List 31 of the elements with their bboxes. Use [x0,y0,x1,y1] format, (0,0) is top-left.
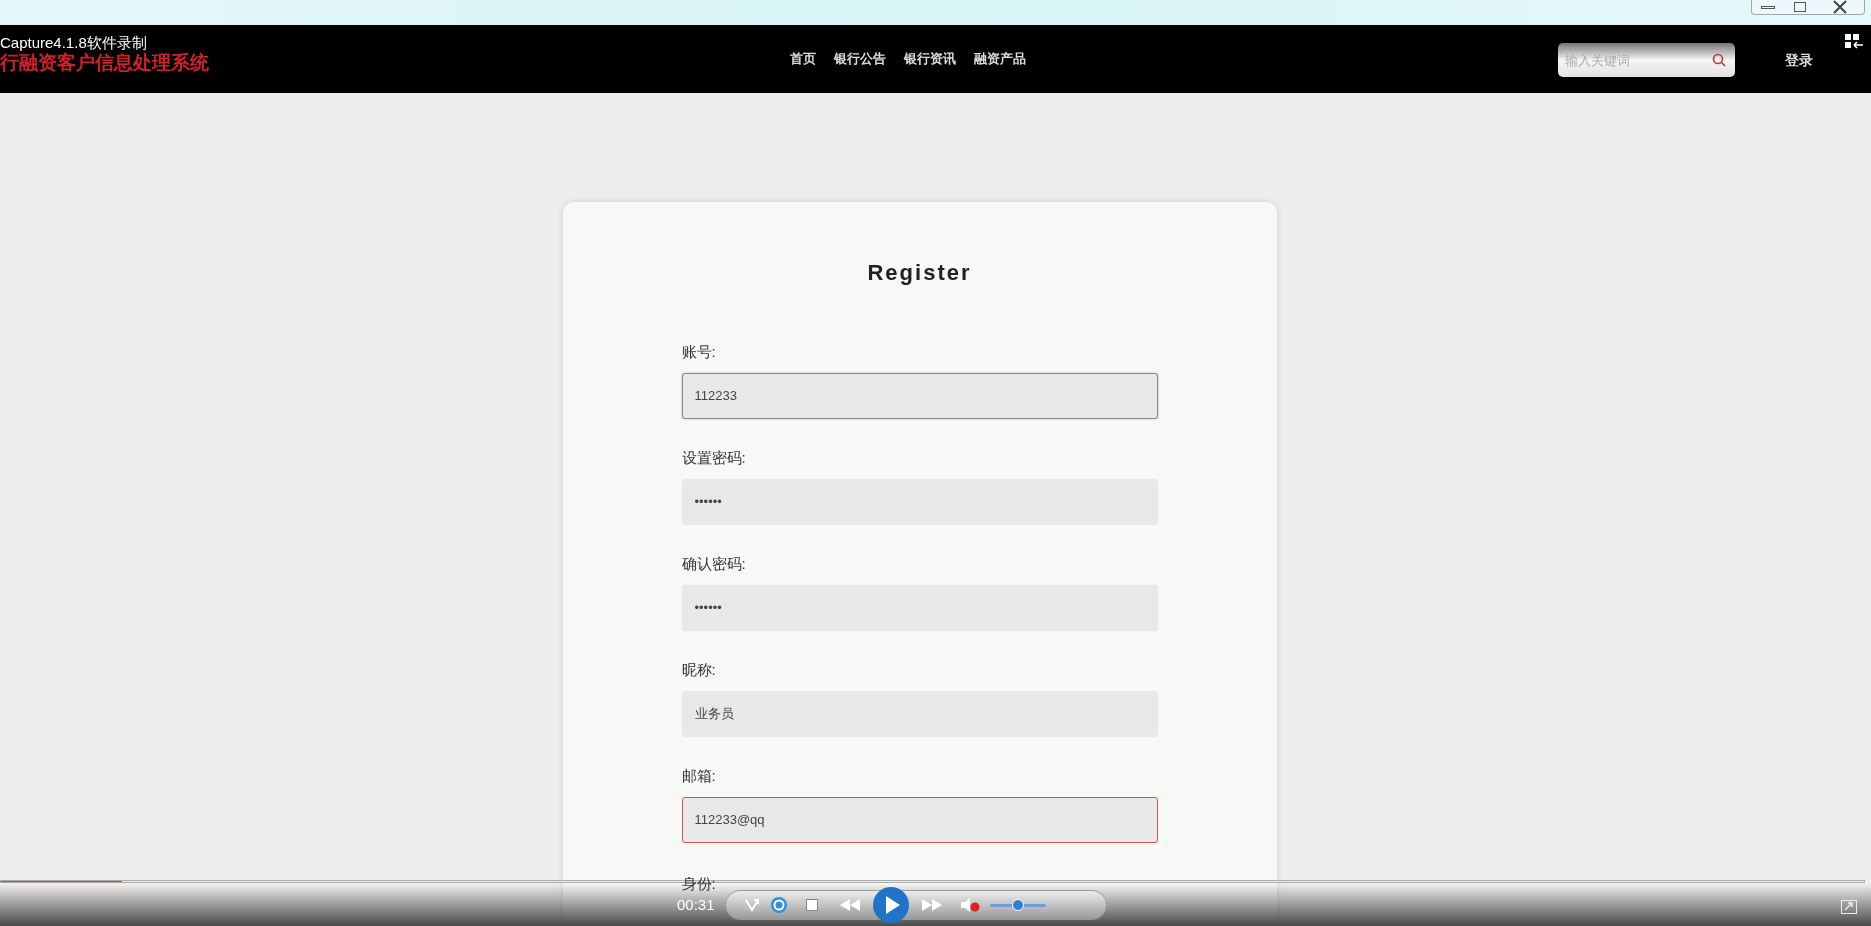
form-title: Register [867,259,972,287]
collapse-icon[interactable] [1845,34,1863,50]
field-label: 设置密码: [681,448,746,468]
search-icon[interactable] [1712,53,1726,67]
fast-forward-icon[interactable] [919,898,944,912]
search-field[interactable]: 输入关键词 [1558,43,1735,77]
fullscreen-icon[interactable] [1841,900,1857,914]
shuffle-icon[interactable] [743,898,760,912]
time-display: 00:31 [677,894,715,915]
speaker-icon[interactable] [959,897,980,913]
input-field[interactable]: •••••• [681,585,1158,631]
login-link[interactable]: 登录 [1785,50,1813,71]
repeat-icon[interactable] [769,896,788,914]
play-icon[interactable] [871,886,910,924]
field-label: 邮箱: [681,766,716,786]
input-field[interactable]: •••••• [681,479,1158,525]
field-label: 昵称: [681,660,716,680]
nav-link[interactable]: 银行公告 [834,49,886,69]
input-field[interactable]: 112233 [681,373,1158,419]
site-title: 行融资客户信息处理系统 [0,52,209,74]
recorder-caption: Capture4.1.8软件录制 [0,34,147,52]
volume-thumb[interactable] [1011,898,1024,911]
nav-link[interactable]: 首页 [790,49,816,69]
stop-icon[interactable] [805,899,818,911]
field-label: 身份: [681,874,716,894]
input-field[interactable]: 112233@qq [681,797,1158,843]
input-field[interactable]: 业务员 [681,691,1158,737]
field-label: 确认密码: [681,554,746,574]
nav-link[interactable]: 银行资讯 [904,49,956,69]
field-label: 账号: [681,342,716,362]
nav-link[interactable]: 融资产品 [974,49,1026,69]
